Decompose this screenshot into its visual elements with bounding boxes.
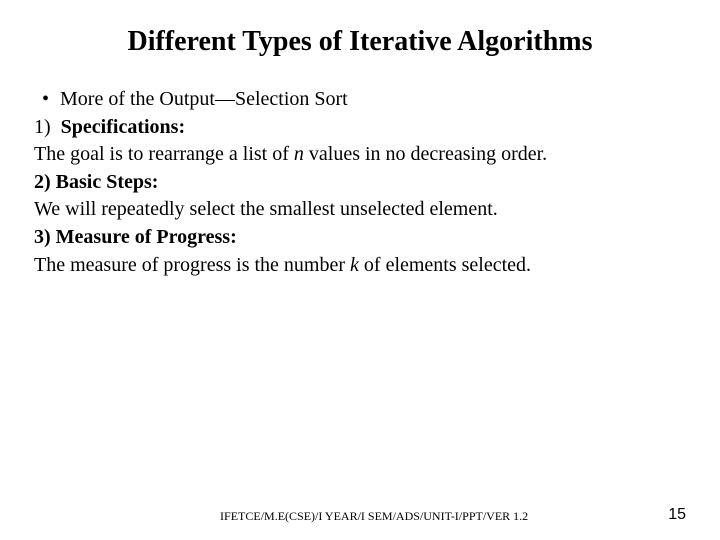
- bullet-text: More of the Output—Selection Sort: [60, 86, 348, 114]
- measure-number: 3): [34, 226, 56, 248]
- steps-text-line: We will repeatedly select the smallest u…: [34, 196, 686, 224]
- measure-text-line: The measure of progress is the number k …: [34, 252, 686, 280]
- spec-label: Specifications:: [61, 116, 185, 138]
- bullet-mark: •: [34, 86, 60, 114]
- page-title: Different Types of Iterative Algorithms: [34, 26, 686, 58]
- measure-text-a: The measure of progress is the number: [34, 254, 350, 276]
- spec-text-n: n: [294, 143, 304, 165]
- measure-label: Measure of Progress:: [56, 226, 237, 248]
- body-text: • More of the Output—Selection Sort 1) S…: [34, 86, 686, 279]
- steps-number: 2): [34, 171, 56, 193]
- spec-number: 1): [34, 116, 51, 138]
- spec-text-a: The goal is to rearrange a list of: [34, 143, 294, 165]
- measure-text-k: k: [350, 254, 359, 276]
- spec-text-b: values in no decreasing order.: [304, 143, 547, 165]
- bullet-item: • More of the Output—Selection Sort: [34, 86, 686, 114]
- footer-path: IFETCE/M.E(CSE)/I YEAR/I SEM/ADS/UNIT-I/…: [0, 509, 668, 524]
- footer: IFETCE/M.E(CSE)/I YEAR/I SEM/ADS/UNIT-I/…: [0, 506, 720, 524]
- page-number: 15: [668, 506, 686, 524]
- spec-label-line: 1) Specifications:: [34, 114, 686, 142]
- measure-text-b: of elements selected.: [359, 254, 531, 276]
- steps-label-line: 2) Basic Steps:: [34, 169, 686, 197]
- spec-text-line: The goal is to rearrange a list of n val…: [34, 141, 686, 169]
- steps-label: Basic Steps:: [56, 171, 159, 193]
- measure-label-line: 3) Measure of Progress:: [34, 224, 686, 252]
- slide: Different Types of Iterative Algorithms …: [0, 0, 720, 540]
